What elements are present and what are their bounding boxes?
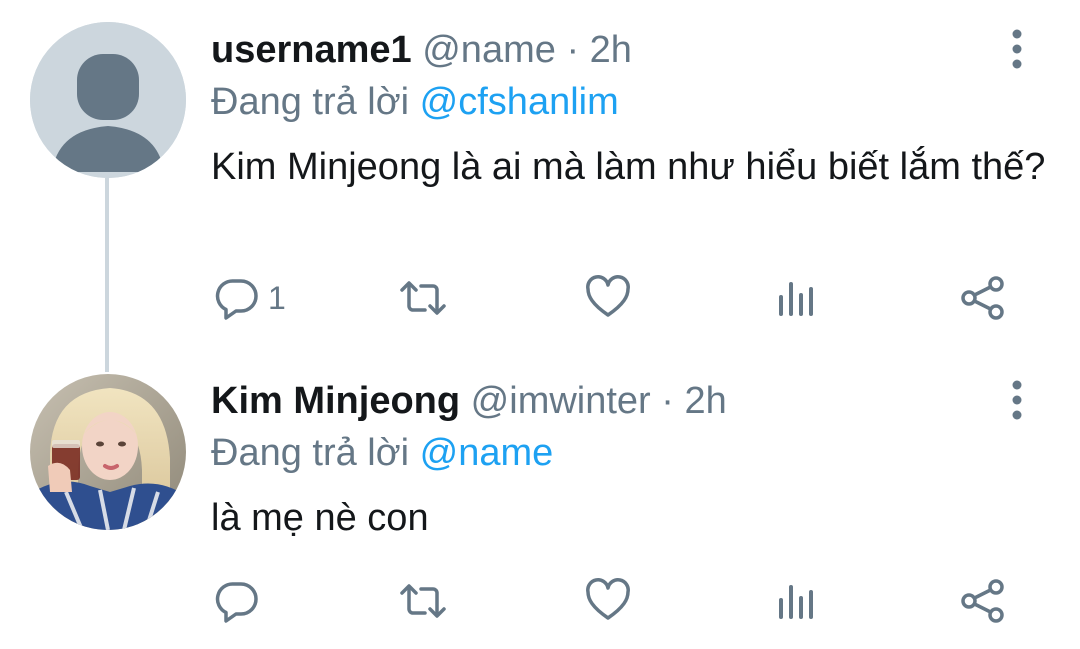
retweet-icon bbox=[397, 578, 449, 624]
analytics-button[interactable] bbox=[776, 273, 816, 323]
reply-count: 1 bbox=[268, 280, 286, 316]
tweet-header: Kim Minjeong @imwinter · 2h bbox=[211, 376, 727, 426]
analytics-button[interactable] bbox=[776, 576, 816, 626]
share-button[interactable] bbox=[960, 273, 1006, 323]
user-handle[interactable]: @name bbox=[422, 29, 556, 71]
reply-mention-link[interactable]: @name bbox=[420, 432, 554, 474]
reply-icon bbox=[214, 275, 260, 321]
tweet-actions: 1 bbox=[0, 273, 1080, 323]
tweet[interactable]: username1 @name · 2h Đang trả lời @cfsha… bbox=[0, 0, 1080, 350]
tweet-text: là mẹ nè con bbox=[211, 497, 429, 539]
analytics-icon bbox=[776, 578, 816, 624]
tweet-actions bbox=[0, 576, 1080, 626]
share-button[interactable] bbox=[960, 576, 1006, 626]
heart-icon bbox=[584, 275, 632, 321]
replying-to-label: Đang trả lời bbox=[211, 81, 410, 123]
reply-button[interactable] bbox=[214, 576, 268, 626]
retweet-icon bbox=[397, 275, 449, 321]
replying-to: Đang trả lời @cfshanlim bbox=[211, 77, 619, 127]
tweet-header: username1 @name · 2h bbox=[211, 25, 632, 75]
like-button[interactable] bbox=[584, 576, 632, 626]
tweet[interactable]: Kim Minjeong @imwinter · 2h Đang trả lời… bbox=[0, 350, 1080, 649]
share-icon bbox=[960, 578, 1006, 624]
reply-icon bbox=[214, 578, 260, 624]
default-avatar-icon[interactable] bbox=[30, 22, 186, 178]
heart-icon bbox=[584, 578, 632, 624]
retweet-button[interactable] bbox=[397, 273, 449, 323]
more-vertical-icon[interactable] bbox=[1002, 27, 1032, 71]
tweet-text: Kim Minjeong là ai mà làm như hiểu biết … bbox=[211, 146, 1046, 188]
replying-to: Đang trả lời @name bbox=[211, 428, 553, 478]
timestamp[interactable]: 2h bbox=[685, 380, 727, 422]
share-icon bbox=[960, 275, 1006, 321]
retweet-button[interactable] bbox=[397, 576, 449, 626]
separator-dot: · bbox=[566, 29, 580, 71]
reply-mention-link[interactable]: @cfshanlim bbox=[420, 81, 619, 123]
like-button[interactable] bbox=[584, 273, 632, 323]
more-vertical-icon[interactable] bbox=[1002, 378, 1032, 422]
display-name[interactable]: username1 bbox=[211, 29, 412, 71]
profile-photo[interactable] bbox=[30, 374, 186, 530]
user-handle[interactable]: @imwinter bbox=[471, 380, 651, 422]
separator-dot: · bbox=[661, 380, 674, 422]
timestamp[interactable]: 2h bbox=[590, 29, 632, 71]
reply-button[interactable]: 1 bbox=[214, 273, 286, 323]
replying-to-label: Đang trả lời bbox=[211, 432, 410, 474]
display-name[interactable]: Kim Minjeong bbox=[211, 380, 460, 422]
analytics-icon bbox=[776, 275, 816, 321]
